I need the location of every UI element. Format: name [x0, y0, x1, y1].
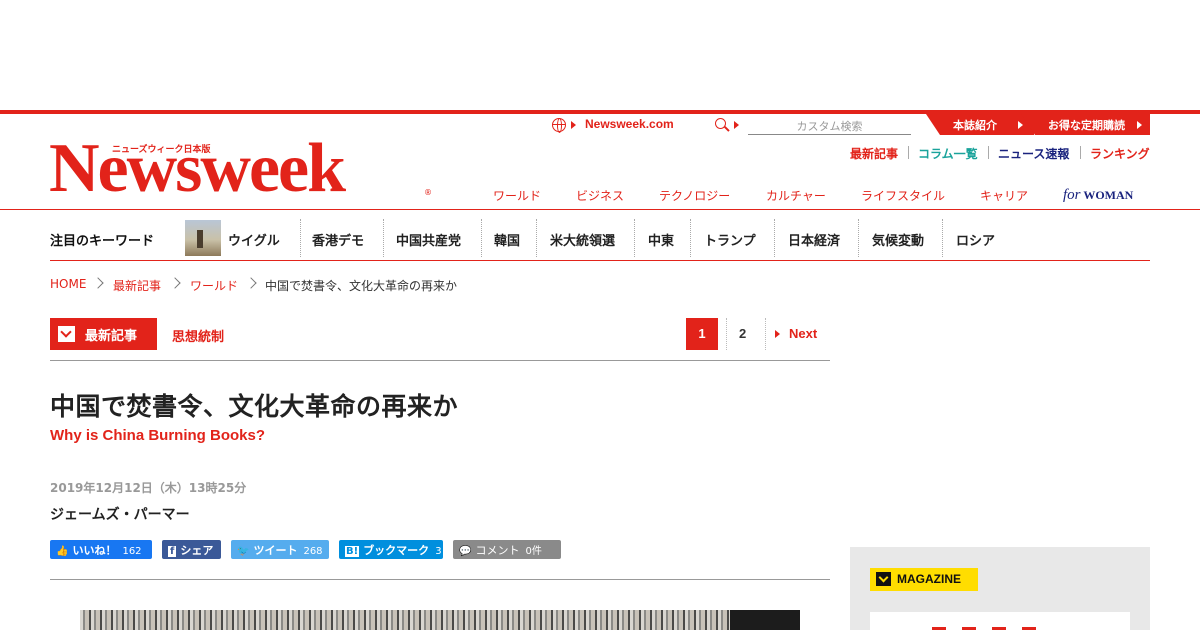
util-link-ranking[interactable]: ランキング: [1090, 145, 1150, 162]
keyword-climate[interactable]: 気候変動: [872, 230, 924, 249]
article-date: 2019年12月12日（木）13時25分: [50, 481, 247, 495]
share-rule: [50, 579, 830, 580]
subscribe-tab[interactable]: お得な定期購読: [1021, 114, 1150, 135]
divider: [726, 318, 727, 350]
nav-lifestyle[interactable]: ライフスタイル: [861, 187, 945, 204]
search-icon[interactable]: [715, 118, 726, 129]
divider: [774, 219, 775, 257]
registered-mark: ®: [424, 188, 432, 197]
divider: [942, 219, 943, 257]
nav-technology[interactable]: テクノロジー: [659, 187, 730, 204]
chevron-right-icon: [245, 277, 257, 289]
header-top-rule: [0, 110, 1200, 114]
keyword-korea[interactable]: 韓国: [494, 230, 520, 249]
hatena-label: ブックマーク: [363, 544, 430, 557]
nav-for-woman[interactable]: for WOMAN: [1063, 187, 1133, 204]
breadcrumb-world[interactable]: ワールド: [190, 277, 238, 294]
hatena-count: 3: [435, 546, 442, 557]
arrow-right-icon: [571, 121, 576, 129]
hatena-bookmark-button[interactable]: B! ブックマーク 3: [339, 540, 443, 559]
tweet-label: ツイート: [253, 544, 298, 557]
nav-career[interactable]: キャリア: [980, 187, 1028, 204]
breadcrumb-home[interactable]: HOME: [50, 277, 86, 291]
search-input[interactable]: カスタム検索: [748, 115, 911, 135]
divider: [634, 219, 635, 257]
facebook-like-button[interactable]: 👍 いいね！ 162: [50, 540, 152, 559]
for-woman-label: WOMAN: [1083, 188, 1134, 202]
chevron-down-icon: [58, 326, 75, 342]
chevron-right-icon: [169, 277, 181, 289]
keyword-bar-rule: [50, 260, 1150, 261]
divider: [1080, 146, 1081, 159]
arrow-right-icon: [775, 330, 780, 338]
subscribe-label: お得な定期購読: [1048, 119, 1125, 132]
util-link-breaking[interactable]: ニュース速報: [998, 145, 1069, 162]
article-subhead: Why is China Burning Books?: [50, 427, 266, 444]
arrow-right-icon: [1018, 121, 1023, 129]
comment-label: コメント: [475, 544, 520, 557]
facebook-share-button[interactable]: f シェア: [162, 540, 221, 559]
thumbs-up-icon: 👍: [56, 546, 69, 557]
comment-count: 0件: [525, 546, 542, 557]
util-link-columns[interactable]: コラム一覧: [918, 145, 978, 162]
comment-button[interactable]: 💬 コメント 0件: [453, 540, 561, 559]
globe-icon: [552, 118, 566, 133]
keyword-uyghur[interactable]: ウイグル: [228, 230, 280, 249]
keyword-hongkong[interactable]: 香港デモ: [312, 230, 364, 249]
divider: [908, 146, 909, 159]
fb-share-label: シェア: [180, 544, 214, 557]
tweet-count: 268: [303, 546, 323, 557]
keyword-japan-economy[interactable]: 日本経済: [788, 230, 840, 249]
divider: [765, 318, 766, 350]
about-magazine-tab[interactable]: 本誌紹介: [926, 114, 1034, 135]
keyword-thumbnail[interactable]: [185, 220, 221, 256]
article-headline: 中国で焚書令、文化大革命の再来か: [50, 392, 459, 421]
article-photo-shadow: [730, 610, 800, 630]
header-bottom-rule: [0, 209, 1200, 210]
breadcrumb-latest[interactable]: 最新記事: [113, 277, 161, 294]
like-label: いいね！: [72, 544, 117, 557]
divider: [690, 219, 691, 257]
logo-subtitle: ニューズウィーク日本版: [112, 145, 211, 155]
section-rule: [50, 360, 830, 361]
chevron-down-icon: [876, 572, 891, 586]
keyword-russia[interactable]: ロシア: [956, 230, 995, 249]
arrow-right-icon: [1137, 121, 1142, 129]
about-magazine-label: 本誌紹介: [953, 119, 997, 132]
util-link-latest[interactable]: 最新記事: [850, 145, 898, 162]
page-next-link[interactable]: Next: [789, 326, 817, 341]
nav-culture[interactable]: カルチャー: [766, 187, 826, 204]
keywords-title: 注目のキーワード: [50, 234, 155, 249]
hatena-icon: B!: [345, 546, 360, 557]
magazine-cover[interactable]: [870, 612, 1130, 630]
breadcrumb-current: 中国で焚書令、文化大革命の再来か: [265, 279, 458, 293]
nav-world[interactable]: ワールド: [493, 187, 541, 204]
divider: [988, 146, 989, 159]
divider: [536, 219, 537, 257]
article-author[interactable]: ジェームズ・パーマー: [50, 504, 190, 524]
chevron-right-icon: [92, 277, 104, 289]
article-photo: [80, 610, 800, 630]
section-subcategory[interactable]: 思想統制: [172, 326, 224, 345]
page-2-link[interactable]: 2: [739, 326, 746, 341]
divider: [858, 219, 859, 257]
like-count: 162: [122, 546, 142, 557]
divider: [481, 219, 482, 257]
facebook-icon: f: [168, 546, 177, 557]
page-current[interactable]: 1: [686, 318, 718, 350]
comment-bubble-icon: 💬: [459, 546, 472, 557]
for-woman-prefix: for: [1063, 187, 1081, 203]
newsweek-com-link[interactable]: Newsweek.com: [585, 117, 674, 131]
divider: [300, 219, 301, 257]
keyword-middle-east[interactable]: 中東: [648, 230, 674, 249]
tweet-button[interactable]: 🐦 ツイート 268: [231, 540, 329, 559]
keyword-ccp[interactable]: 中国共産党: [396, 230, 461, 249]
arrow-right-icon: [734, 121, 739, 129]
keyword-trump[interactable]: トランプ: [704, 230, 756, 249]
divider: [383, 219, 384, 257]
nav-business[interactable]: ビジネス: [576, 187, 624, 204]
keyword-us-election[interactable]: 米大統領選: [550, 230, 615, 249]
twitter-bird-icon: 🐦: [237, 546, 250, 557]
